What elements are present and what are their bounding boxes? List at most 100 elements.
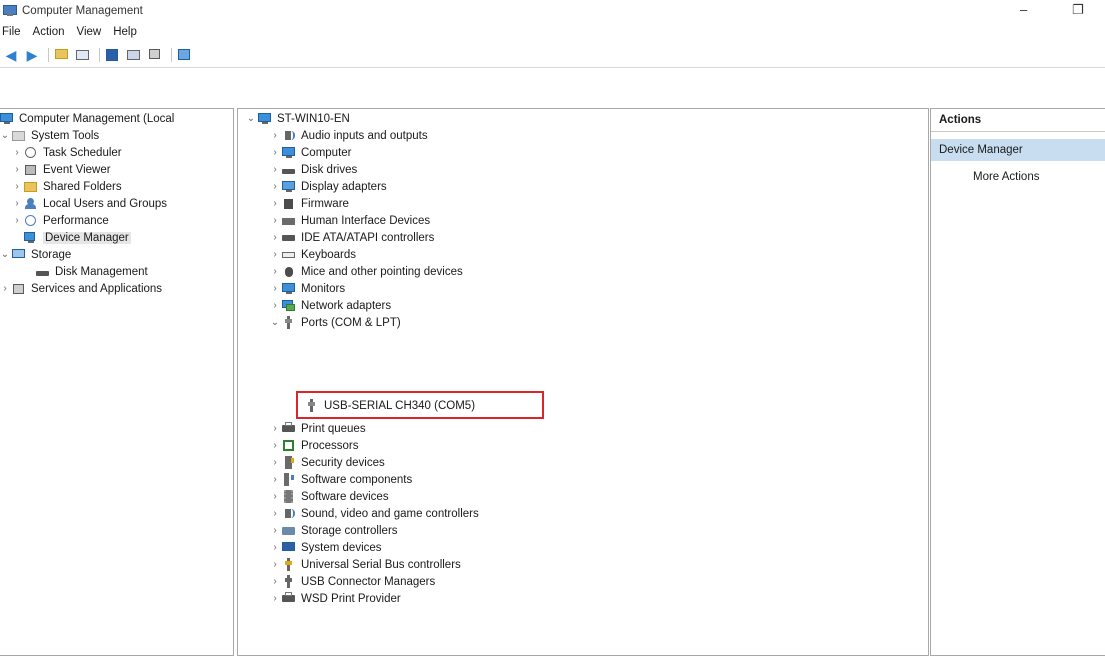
device-category-storage-controllers[interactable]: › Storage controllers [270,522,397,539]
device-category-mice[interactable]: › Mice and other pointing devices [270,263,462,280]
device-category-security[interactable]: › Security devices [270,454,385,471]
chevron-right-icon[interactable]: › [270,164,280,175]
chevron-right-icon[interactable]: › [270,491,280,502]
device-category-network[interactable]: › Network adapters [270,297,391,314]
export-list-icon[interactable] [146,47,164,63]
menu-action[interactable]: Action [27,26,71,38]
chevron-right-icon[interactable]: › [270,508,280,519]
computer-name: ST-WIN10-EN [277,112,350,125]
processor-icon [282,439,296,452]
chevron-right-icon[interactable]: › [270,198,280,209]
device-category-label: Computer [301,146,352,159]
menu-view[interactable]: View [71,26,108,38]
device-category-software-components[interactable]: › Software components [270,471,412,488]
device-category-label: IDE ATA/ATAPI controllers [301,231,435,244]
chevron-right-icon[interactable]: › [270,232,280,243]
chevron-right-icon[interactable]: › [270,525,280,536]
storage-controller-icon [282,524,296,537]
device-category-label: System devices [301,541,382,554]
chevron-right-icon[interactable]: › [12,215,22,226]
show-hide-icon[interactable] [176,47,194,63]
chevron-right-icon[interactable]: › [270,457,280,468]
device-category-monitors[interactable]: › Monitors [270,280,345,297]
tree-item-storage[interactable]: ⌄ Storage [0,246,71,263]
device-category-sound[interactable]: › Sound, video and game controllers [270,505,478,522]
chevron-down-icon[interactable]: ⌄ [246,113,256,124]
tree-item-event-viewer[interactable]: › Event Viewer [12,161,110,178]
maximize-button[interactable]: ❐ [1072,2,1084,18]
toolbar-divider [0,67,1105,68]
console-tree-icon[interactable] [74,47,92,63]
chevron-right-icon[interactable]: › [270,542,280,553]
device-category-usb-controllers[interactable]: › Universal Serial Bus controllers [270,556,461,573]
tree-item-task-scheduler[interactable]: › Task Scheduler [12,144,121,161]
tree-item-shared-folders[interactable]: › Shared Folders [12,178,121,195]
back-arrow-icon[interactable]: ◀ [2,47,20,63]
tree-item-system-tools[interactable]: ⌄ System Tools [0,127,99,144]
chevron-right-icon[interactable]: › [270,266,280,277]
chevron-right-icon[interactable]: › [0,283,10,294]
tree-item-computer-management[interactable]: Computer Management (Local [0,110,174,127]
minimize-button[interactable]: – [1020,2,1027,17]
chevron-down-icon[interactable]: ⌄ [0,249,10,260]
event-viewer-icon [24,163,38,176]
chevron-right-icon[interactable]: › [270,576,280,587]
chevron-right-icon[interactable]: › [270,283,280,294]
device-category-ide[interactable]: › IDE ATA/ATAPI controllers [270,229,434,246]
toolbar-separator [171,48,172,62]
chevron-right-icon[interactable]: › [12,147,22,158]
device-category-display-adapters[interactable]: › Display adapters [270,178,386,195]
device-category-system-devices[interactable]: › System devices [270,539,382,556]
device-category-wsd-print[interactable]: › WSD Print Provider [270,590,401,607]
chevron-right-icon[interactable]: › [270,423,280,434]
help-icon[interactable] [125,47,143,63]
menu-help[interactable]: Help [107,26,143,38]
tree-item-label: System Tools [31,129,100,142]
device-tree-root[interactable]: ⌄ ST-WIN10-EN [246,110,350,127]
chevron-right-icon[interactable]: › [12,164,22,175]
device-category-firmware[interactable]: › Firmware [270,195,349,212]
device-category-usb-connector[interactable]: › USB Connector Managers [270,573,435,590]
forward-arrow-icon[interactable]: ▶ [23,47,41,63]
device-category-print-queues[interactable]: › Print queues [270,420,366,437]
chevron-right-icon[interactable]: › [270,300,280,311]
device-category-disk-drives[interactable]: › Disk drives [270,161,357,178]
chevron-right-icon[interactable]: › [12,198,22,209]
more-actions-link[interactable]: More Actions [973,171,1039,183]
tree-item-performance[interactable]: › Performance [12,212,109,229]
actions-section-device-manager[interactable]: Device Manager [931,139,1105,161]
chevron-right-icon[interactable]: › [270,559,280,570]
tree-item-services-applications[interactable]: › Services and Applications [0,280,162,297]
port-icon [282,316,296,329]
tree-item-label: Device Manager [43,231,131,244]
device-category-audio[interactable]: › Audio inputs and outputs [270,127,427,144]
chevron-right-icon[interactable]: › [270,147,280,158]
chevron-right-icon[interactable]: › [270,130,280,141]
chevron-right-icon[interactable]: › [270,474,280,485]
device-category-keyboards[interactable]: › Keyboards [270,246,356,263]
folder-up-icon[interactable] [53,47,71,63]
chevron-down-icon[interactable]: ⌄ [0,130,10,141]
chevron-right-icon[interactable]: › [270,181,280,192]
chevron-right-icon[interactable]: › [12,181,22,192]
menu-file[interactable]: File [0,26,27,38]
performance-icon [24,214,38,227]
properties-icon[interactable] [104,47,122,63]
chevron-right-icon[interactable]: › [270,593,280,604]
toolbar-separator [99,48,100,62]
tree-item-disk-management[interactable]: Disk Management [36,263,148,280]
tree-item-device-manager[interactable]: Device Manager [24,229,131,246]
ide-controller-icon [282,231,296,244]
device-category-processors[interactable]: › Processors [270,437,358,454]
device-category-ports[interactable]: ⌄ Ports (COM & LPT) [270,314,401,331]
chevron-right-icon[interactable]: › [270,249,280,260]
chevron-right-icon[interactable]: › [270,440,280,451]
device-category-hid[interactable]: › Human Interface Devices [270,212,430,229]
device-category-computer[interactable]: › Computer [270,144,352,161]
device-category-software-devices[interactable]: › Software devices [270,488,389,505]
computer-icon [282,146,296,159]
chevron-down-icon[interactable]: ⌄ [270,317,280,328]
title-bar: Computer Management – ❐ [0,0,1105,22]
tree-item-local-users[interactable]: › Local Users and Groups [12,195,167,212]
chevron-right-icon[interactable]: › [270,215,280,226]
